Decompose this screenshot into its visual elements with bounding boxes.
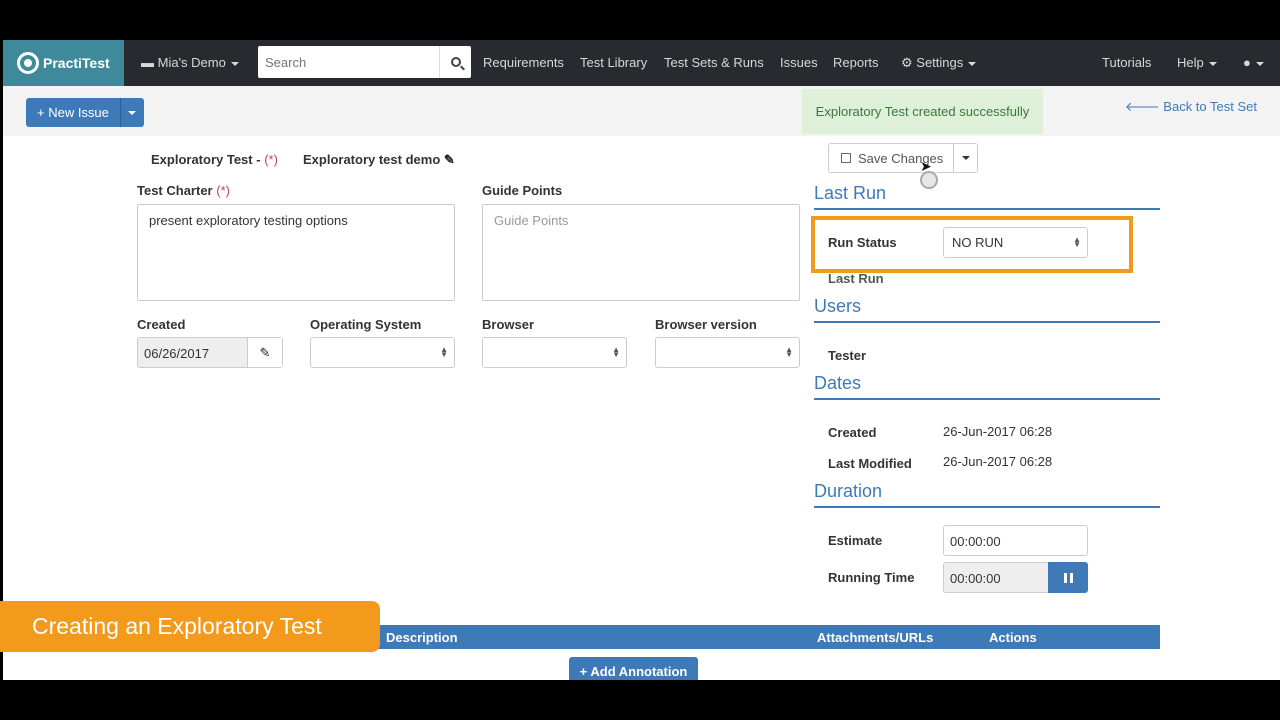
required-mark: (*) xyxy=(264,152,278,167)
guide-points-label: Guide Points xyxy=(482,183,563,198)
pause-timer-button[interactable] xyxy=(1048,562,1088,593)
last-modified-value: 26-Jun-2017 06:28 xyxy=(943,454,1053,469)
brand-name: PractiTest xyxy=(43,55,110,71)
gear-icon: ⚙ xyxy=(901,55,913,70)
running-time-label: Running Time xyxy=(828,570,915,585)
folder-icon: ▬ xyxy=(141,55,158,70)
user-icon: ● xyxy=(1243,55,1251,70)
test-name[interactable]: Exploratory test demo ✎ xyxy=(303,152,455,168)
pause-icon-bar xyxy=(1063,572,1067,583)
running-time-input: 00:00:00 xyxy=(943,562,1049,593)
new-issue-button[interactable]: + New Issue xyxy=(26,98,121,127)
th-attachments: Attachments/URLs xyxy=(817,630,934,645)
chevron-down-icon xyxy=(128,110,137,115)
chevron-down-icon xyxy=(230,61,239,66)
add-annotation-button[interactable]: + Add Annotation xyxy=(569,657,698,680)
test-charter-label: Test Charter (*) xyxy=(137,183,230,198)
last-run-heading: Last Run xyxy=(814,183,1160,210)
nav-test-library[interactable]: Test Library xyxy=(580,55,647,70)
estimate-input[interactable]: 00:00:00 xyxy=(943,525,1088,556)
pencil-icon: ✎ xyxy=(259,344,271,360)
duration-heading: Duration xyxy=(814,481,1160,508)
last-modified-label: Last Modified xyxy=(828,456,912,471)
page-toolbar xyxy=(3,86,1280,136)
test-type-text: Exploratory Test - xyxy=(151,152,265,167)
save-changes-button[interactable]: Save Changes xyxy=(829,144,955,172)
edit-date-button[interactable]: ✎ xyxy=(248,338,282,367)
nav-help[interactable]: Help xyxy=(1177,55,1217,70)
settings-label: Settings xyxy=(916,55,964,70)
run-status-label: Run Status xyxy=(828,235,897,250)
select-arrows-icon: ▲ ▼ xyxy=(1073,235,1081,249)
search-button[interactable] xyxy=(439,46,471,78)
brand-logo-link[interactable]: PractiTest xyxy=(3,40,124,86)
search-box xyxy=(258,46,471,78)
run-status-select[interactable]: NO RUN ▲ ▼ xyxy=(943,227,1088,258)
save-changes-button-group: Save Changes xyxy=(828,143,979,173)
chevron-down-icon xyxy=(1255,61,1264,66)
success-alert: Exploratory Test created successfully xyxy=(802,89,1043,134)
nav-tutorials[interactable]: Tutorials xyxy=(1102,55,1151,70)
select-arrows-icon: ▲ ▼ xyxy=(440,345,448,359)
search-icon xyxy=(450,57,461,67)
user-menu[interactable]: ● xyxy=(1243,55,1264,70)
users-heading: Users xyxy=(814,296,1160,323)
nav-reports[interactable]: Reports xyxy=(833,55,879,70)
back-to-test-set-link[interactable]: 🡐 Back to Test Set xyxy=(1125,99,1257,115)
guide-points-textarea[interactable]: Guide Points xyxy=(482,204,800,301)
test-charter-textarea[interactable]: present exploratory testing options xyxy=(137,204,455,301)
select-arrows-icon: ▲ ▼ xyxy=(785,345,793,359)
top-navbar: PractiTest ▬ Mia's Demo Requirements Tes… xyxy=(3,40,1280,86)
search-input[interactable] xyxy=(258,46,438,78)
test-type-label: Exploratory Test - (*) xyxy=(151,152,278,167)
th-description: Description xyxy=(386,630,458,645)
created-label: Created xyxy=(137,317,186,332)
project-name: Mia's Demo xyxy=(157,55,226,70)
created-date-field: 06/26/2017 ✎ xyxy=(137,337,283,368)
required-mark: (*) xyxy=(216,183,230,198)
help-label: Help xyxy=(1177,55,1204,70)
video-caption-banner: Creating an Exploratory Test xyxy=(0,601,380,652)
save-icon xyxy=(841,153,851,163)
browser-select[interactable]: ▲ ▼ xyxy=(482,337,627,368)
project-selector[interactable]: ▬ Mia's Demo xyxy=(141,55,239,70)
pause-icon-bar xyxy=(1069,572,1073,583)
last-run-label: Last Run xyxy=(828,271,884,286)
nav-test-sets-runs[interactable]: Test Sets & Runs xyxy=(664,55,764,70)
new-issue-dropdown-toggle[interactable] xyxy=(121,98,144,127)
app-window: PractiTest ▬ Mia's Demo Requirements Tes… xyxy=(3,40,1280,680)
created-date-input[interactable]: 06/26/2017 xyxy=(138,338,248,367)
th-actions: Actions xyxy=(989,630,1037,645)
practitest-logo-icon xyxy=(17,52,39,74)
video-frame: PractiTest ▬ Mia's Demo Requirements Tes… xyxy=(0,0,1280,720)
browser-label: Browser xyxy=(482,317,535,332)
chevron-down-icon xyxy=(961,156,970,160)
os-label: Operating System xyxy=(310,317,422,332)
browser-version-select[interactable]: ▲ ▼ xyxy=(655,337,800,368)
nav-settings[interactable]: ⚙ Settings xyxy=(901,55,977,71)
new-issue-button-group: + New Issue xyxy=(26,98,144,127)
run-status-value: NO RUN xyxy=(952,235,1004,250)
test-name-text: Exploratory test demo xyxy=(303,152,441,167)
back-link-label: Back to Test Set xyxy=(1163,99,1257,114)
dates-created-label: Created xyxy=(828,425,877,440)
charter-label-text: Test Charter xyxy=(137,183,217,198)
chevron-down-icon xyxy=(1208,61,1217,66)
os-select[interactable]: ▲ ▼ xyxy=(310,337,455,368)
dates-created-value: 26-Jun-2017 06:28 xyxy=(943,424,1053,439)
nav-issues[interactable]: Issues xyxy=(780,55,818,70)
nav-requirements[interactable]: Requirements xyxy=(483,55,564,70)
arrow-left-icon: 🡐 xyxy=(1124,99,1164,114)
dates-heading: Dates xyxy=(814,373,1160,400)
chevron-down-icon xyxy=(968,61,977,66)
tester-label: Tester xyxy=(828,348,867,363)
pencil-icon: ✎ xyxy=(443,152,455,167)
select-arrows-icon: ▲ ▼ xyxy=(612,345,620,359)
save-dropdown-toggle[interactable] xyxy=(954,144,977,172)
estimate-label: Estimate xyxy=(828,533,883,548)
browser-version-label: Browser version xyxy=(655,317,757,332)
